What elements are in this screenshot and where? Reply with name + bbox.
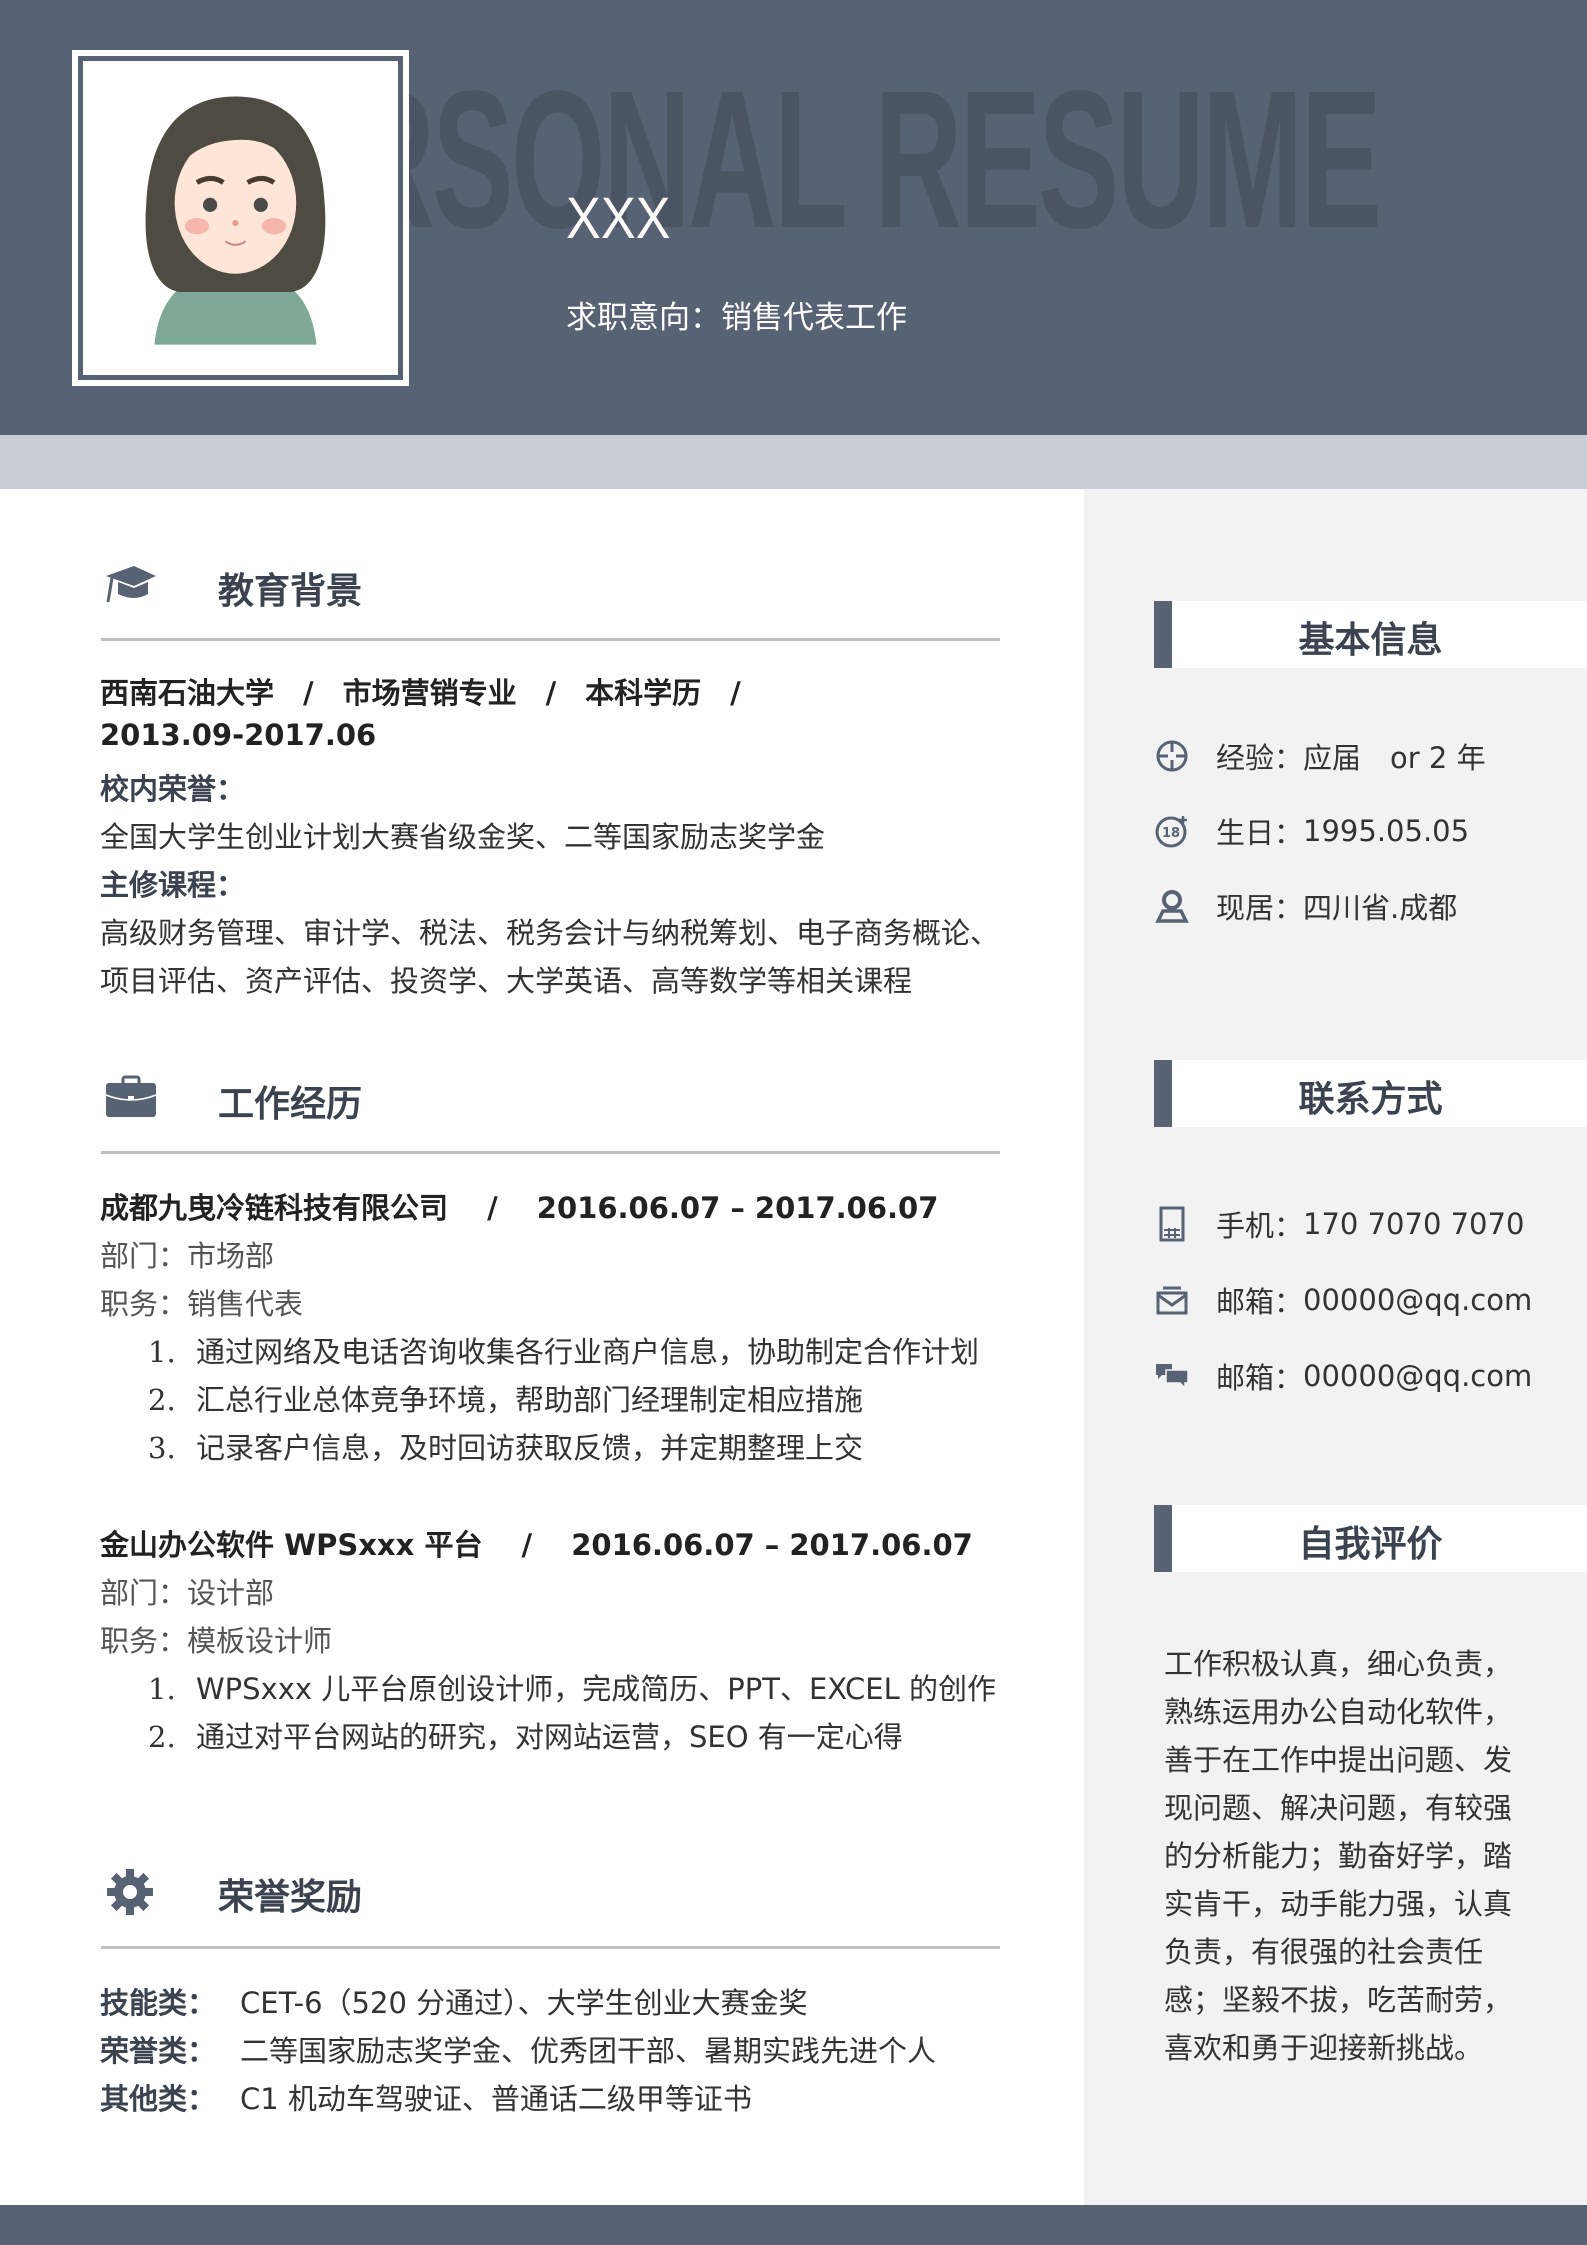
briefcase-icon — [104, 1075, 160, 1125]
svg-text:18: 18 — [1162, 826, 1180, 841]
job-duty-item: 1. 通过网络及电话咨询收集各行业商户信息，协助制定合作计划 — [148, 1335, 980, 1369]
divider — [101, 638, 1000, 641]
location-person-icon — [1154, 888, 1190, 924]
courses-label: 主修课程： — [100, 868, 246, 902]
self-evaluation-text: 工作积极认真，细心负责， 熟练运用办公自动化软件， 善于在工作中提出问题、发 现问题… — [1164, 1647, 1513, 2065]
award-row: 技能类： CET-6（520 分通过）、大学生创业大赛金奖 — [100, 1986, 808, 2020]
header-band — [0, 435, 1587, 489]
award-row: 其他类： C1 机动车驾驶证、普通话二级甲等证书 — [100, 2082, 752, 2116]
job-duty-item: 2. 汇总行业总体竞争环境，帮助部门经理制定相应措施 — [148, 1383, 864, 1417]
mail-icon — [1154, 1282, 1190, 1318]
phone-icon — [1154, 1206, 1190, 1242]
sidebar-header-self-eval: 自我评价 — [1154, 1505, 1587, 1572]
divider — [101, 1946, 1000, 1949]
section-title-awards: 荣誉奖励 — [218, 1877, 363, 1918]
section-title-work: 工作经历 — [218, 1084, 363, 1125]
info-row-experience: 经验： 应届 or 2 年 — [1154, 735, 1486, 777]
contact-row-phone: 手机： 170 7070 7070 — [1154, 1203, 1524, 1245]
job-duty-item: 1. WPSxxx 儿平台原创设计师，完成简历、PPT、EXCEL 的创作 — [148, 1672, 996, 1706]
job-role: 职务：销售代表 — [100, 1287, 304, 1321]
avatar-illustration — [145, 96, 326, 345]
info-row-birthday: 18 生日： 1995.05.05 — [1154, 810, 1469, 852]
graduation-cap-icon — [102, 562, 158, 612]
candidate-name: XXX — [566, 186, 671, 251]
job-headline: 成都九曳冷链科技有限公司 / 2016.06.07 – 2017.06.07 — [100, 1191, 939, 1225]
honors-text: 全国大学生创业计划大赛省级金奖、二等国家励志奖学金 — [100, 820, 826, 854]
award-row: 荣誉类： 二等国家励志奖学金、优秀团干部、暑期实践先进个人 — [100, 2034, 937, 2068]
crosshair-icon — [1154, 738, 1190, 774]
courses-text: 项目评估、资产评估、投资学、大学英语、高等数学等相关课程 — [100, 964, 913, 998]
section-title-education: 教育背景 — [218, 571, 363, 612]
job-duty-item: 3. 记录客户信息，及时回访获取反馈，并定期整理上交 — [148, 1431, 864, 1465]
job-headline: 金山办公软件 WPSxxx 平台 / 2016.06.07 – 2017.06.… — [100, 1528, 973, 1562]
education-period: 2013.09-2017.06 — [100, 718, 377, 752]
gear-icon — [106, 1868, 162, 1918]
job-department: 部门：市场部 — [100, 1239, 275, 1273]
footer-bar — [0, 2205, 1587, 2245]
education-headline: 西南石油大学 / 市场营销专业 / 本科学历 / — [100, 676, 741, 710]
job-department: 部门：设计部 — [100, 1576, 275, 1610]
courses-text: 高级财务管理、审计学、税法、税务会计与纳税筹划、电子商务概论、 — [100, 916, 1000, 950]
contact-row-email: 邮箱： 00000@qq.com — [1154, 1279, 1532, 1321]
age-18-icon: 18 — [1154, 813, 1190, 849]
job-intent: 求职意向：销售代表工作 — [566, 300, 907, 336]
job-duty-item: 2. 通过对平台网站的研究，对网站运营，SEO 有一定心得 — [148, 1720, 903, 1754]
divider — [101, 1151, 1000, 1154]
job-role: 职务：模板设计师 — [100, 1624, 333, 1658]
info-row-location: 现居： 四川省.成都 — [1154, 885, 1457, 927]
sidebar-header-contact: 联系方式 — [1154, 1060, 1587, 1127]
profile-photo — [72, 50, 409, 386]
chat-icon — [1154, 1358, 1190, 1394]
honors-label: 校内荣誉： — [100, 772, 246, 806]
contact-row-chat: 邮箱： 00000@qq.com — [1154, 1355, 1532, 1397]
sidebar-header-basic-info: 基本信息 — [1154, 601, 1587, 668]
